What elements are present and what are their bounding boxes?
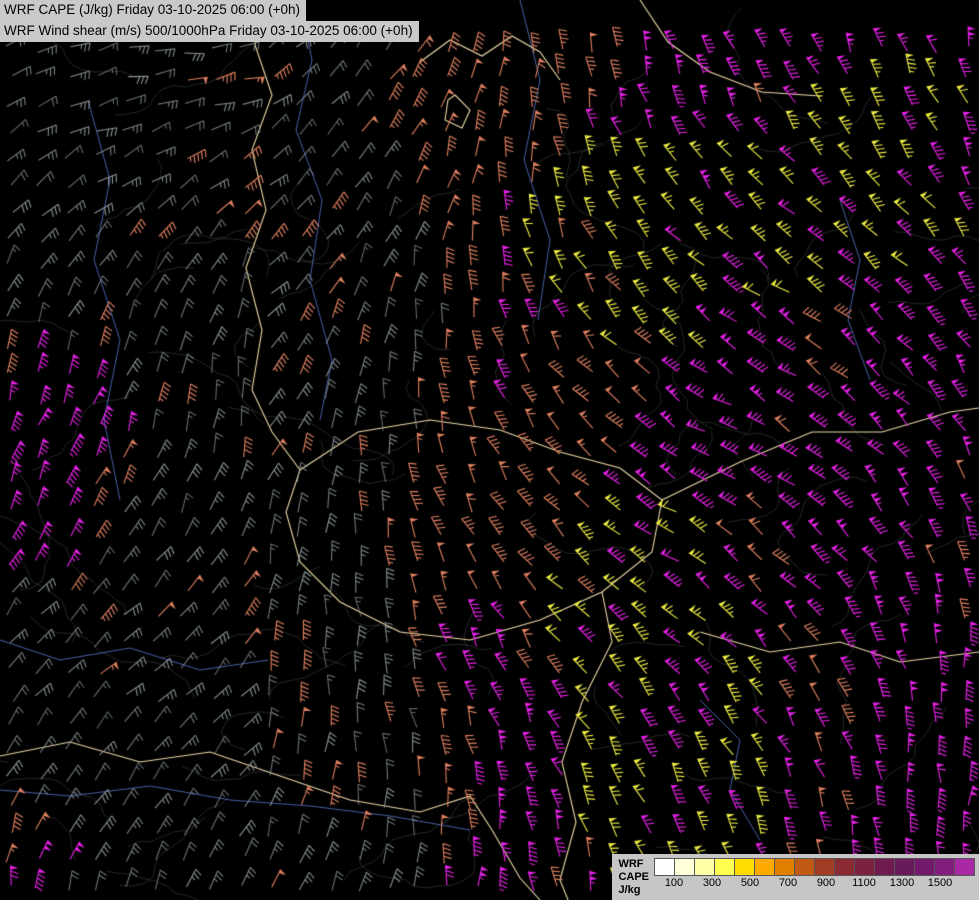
- legend-swatch: [714, 858, 735, 876]
- legend-swatch-strip: [655, 858, 975, 876]
- legend-swatch: [694, 858, 715, 876]
- legend-value: 1300: [883, 877, 921, 889]
- legend-swatch: [854, 858, 875, 876]
- legend-param-label: CAPE: [618, 871, 649, 884]
- legend-swatch: [834, 858, 855, 876]
- cape-legend: WRF CAPE J/kg 10030050070090011001300150…: [612, 854, 979, 900]
- legend-value: 1100: [845, 877, 883, 889]
- legend-swatch: [914, 858, 935, 876]
- legend-value: 700: [769, 877, 807, 889]
- title-line-1: WRF CAPE (J/kg) Friday 03-10-2025 06:00 …: [0, 0, 306, 21]
- legend-swatch: [734, 858, 755, 876]
- legend-unit-label: J/kg: [618, 884, 649, 897]
- legend-value: 300: [693, 877, 731, 889]
- legend-labels: WRF CAPE J/kg: [618, 858, 649, 897]
- legend-color-scale: 100300500700900110013001500: [655, 858, 975, 889]
- legend-value: 900: [807, 877, 845, 889]
- legend-value: 100: [655, 877, 693, 889]
- wrf-map-view: WRF CAPE (J/kg) Friday 03-10-2025 06:00 …: [0, 0, 979, 900]
- title-line-2: WRF Wind shear (m/s) 500/1000hPa Friday …: [0, 21, 419, 42]
- legend-swatch: [814, 858, 835, 876]
- legend-swatch: [774, 858, 795, 876]
- legend-value-row: 100300500700900110013001500: [655, 877, 975, 889]
- legend-swatch: [674, 858, 695, 876]
- legend-model-label: WRF: [618, 858, 649, 871]
- legend-swatch: [754, 858, 775, 876]
- legend-swatch: [874, 858, 895, 876]
- legend-swatch: [654, 858, 675, 876]
- legend-swatch: [934, 858, 955, 876]
- legend-swatch: [794, 858, 815, 876]
- weather-map-canvas: [0, 0, 979, 900]
- legend-value: 500: [731, 877, 769, 889]
- legend-swatch: [954, 858, 975, 876]
- legend-swatch: [894, 858, 915, 876]
- legend-value: 1500: [921, 877, 959, 889]
- map-header: WRF CAPE (J/kg) Friday 03-10-2025 06:00 …: [0, 0, 419, 42]
